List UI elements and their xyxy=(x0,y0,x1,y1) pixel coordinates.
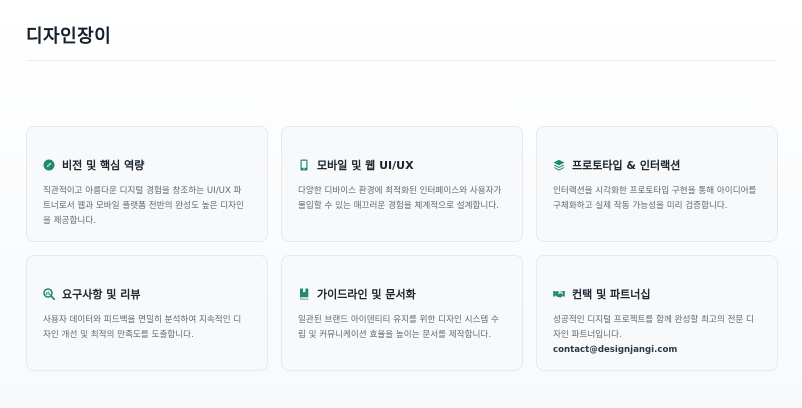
search-chart-icon xyxy=(43,288,55,300)
layers-icon xyxy=(553,159,565,171)
card-description: 사용자 데이터와 피드백을 면밀히 분석하여 지속적인 디자인 개선 및 최적의… xyxy=(43,315,242,340)
card-title: 컨택 및 파트너십 xyxy=(572,288,651,301)
card-title: 비전 및 핵심 역량 xyxy=(62,159,145,172)
card-description: 일관된 브랜드 아이덴티티 유지를 위한 디자인 시스템 수립 및 커뮤니케이션… xyxy=(298,315,499,340)
mobile-icon xyxy=(298,159,310,171)
card-prototype: 프로토타입 & 인터랙션 인터랙션을 시각화한 프로토타입 구현을 통해 아이디… xyxy=(536,126,778,242)
card-mobile-web: 모바일 및 웹 UI/UX 다양한 디바이스 환경에 최적화된 인터페이스와 사… xyxy=(281,126,523,242)
card-title: 프로토타입 & 인터랙션 xyxy=(572,159,681,172)
card-contact: 컨택 및 파트너십 성공적인 디지털 프로젝트를 함께 완성할 최고의 전문 디… xyxy=(536,255,778,371)
card-head: 컨택 및 파트너십 xyxy=(553,286,761,302)
card-description: 성공적인 디지털 프로젝트를 함께 완성할 최고의 전문 디자인 파트너입니다. xyxy=(553,315,754,340)
card-title: 요구사항 및 리뷰 xyxy=(62,288,141,301)
card-title: 가이드라인 및 문서화 xyxy=(317,288,416,301)
brand-title: 디자인장이 xyxy=(26,26,112,47)
handshake-icon xyxy=(553,288,565,300)
card-vision: 비전 및 핵심 역량 직관적이고 아름다운 디지털 경험을 창조하는 UI/UX… xyxy=(26,126,268,242)
card-head: 모바일 및 웹 UI/UX xyxy=(298,157,506,173)
page-header: 디자인장이 xyxy=(26,0,777,61)
card-title: 모바일 및 웹 UI/UX xyxy=(317,159,414,172)
book-icon xyxy=(298,288,310,300)
card-head: 요구사항 및 리뷰 xyxy=(43,286,251,302)
compass-icon xyxy=(43,159,55,171)
card-head: 프로토타입 & 인터랙션 xyxy=(553,157,761,173)
card-description: 다양한 디바이스 환경에 최적화된 인터페이스와 사용자가 몰입할 수 있는 매… xyxy=(298,186,502,211)
card-head: 가이드라인 및 문서화 xyxy=(298,286,506,302)
feature-grid: 비전 및 핵심 역량 직관적이고 아름다운 디지털 경험을 창조하는 UI/UX… xyxy=(26,126,778,371)
card-description: 인터랙션을 시각화한 프로토타입 구현을 통해 아이디어를 구체화하고 실제 작… xyxy=(553,186,757,211)
card-description: 직관적이고 아름다운 디지털 경험을 창조하는 UI/UX 파트너로서 웹과 모… xyxy=(43,186,244,226)
card-head: 비전 및 핵심 역량 xyxy=(43,157,251,173)
contact-email-link[interactable]: contact@designjangi.com xyxy=(553,343,761,358)
card-requirements: 요구사항 및 리뷰 사용자 데이터와 피드백을 면밀히 분석하여 지속적인 디자… xyxy=(26,255,268,371)
card-guidelines: 가이드라인 및 문서화 일관된 브랜드 아이덴티티 유지를 위한 디자인 시스템… xyxy=(281,255,523,371)
